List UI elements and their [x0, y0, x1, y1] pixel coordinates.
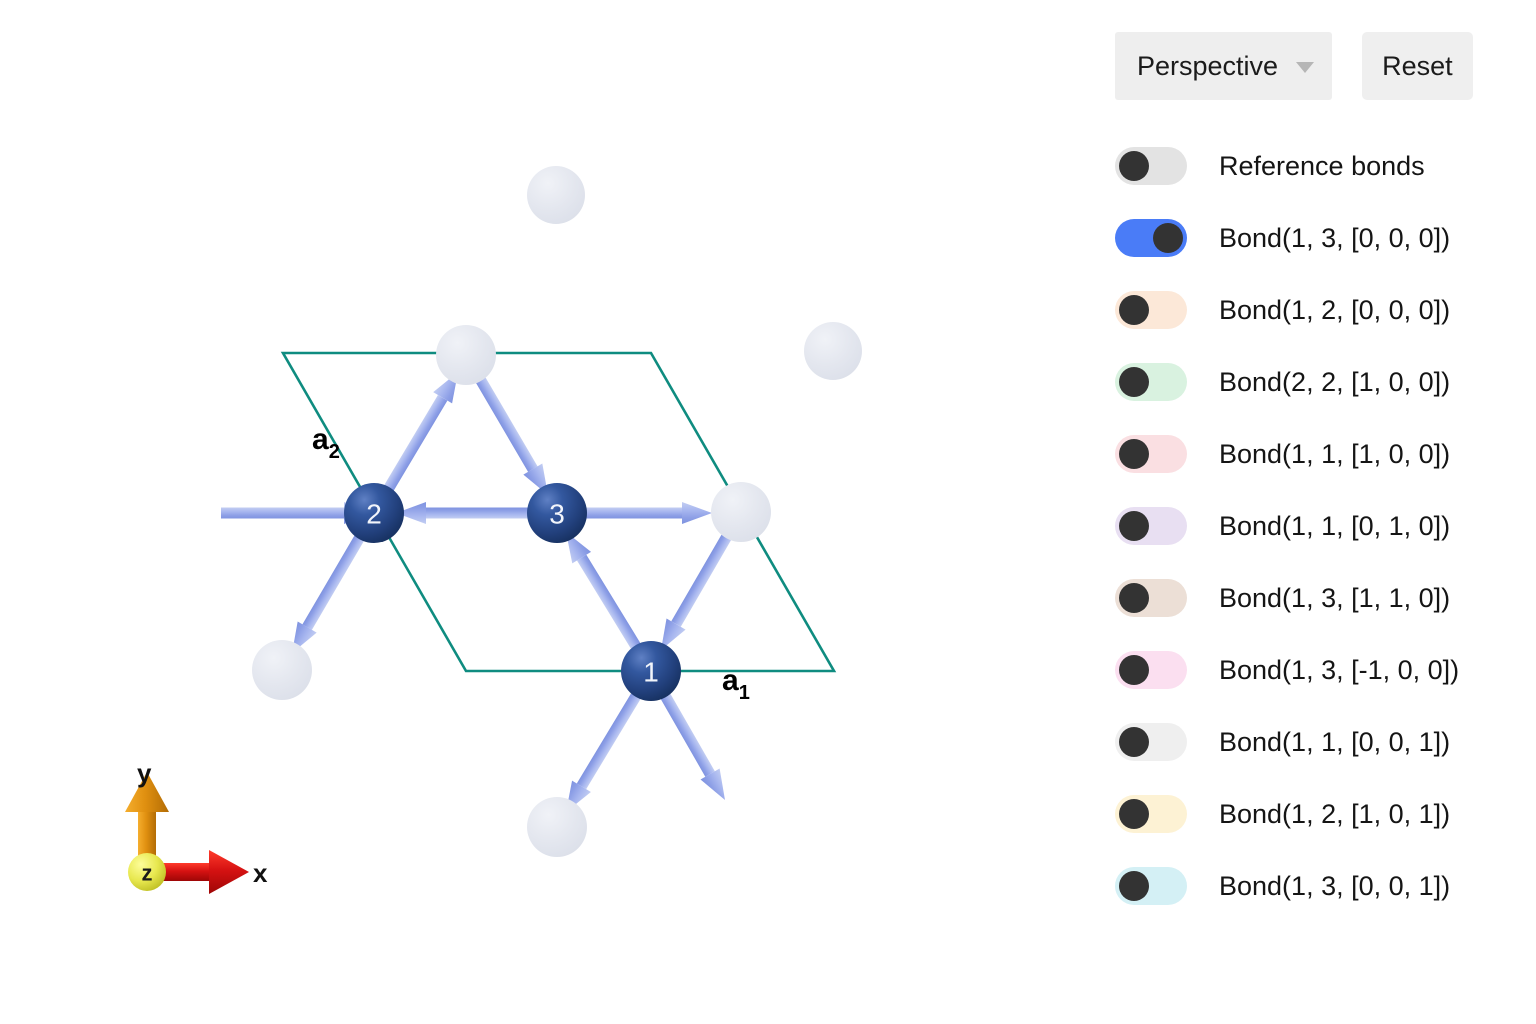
atom-2[interactable]: 2 — [344, 483, 404, 543]
y-axis-label: y — [137, 758, 152, 788]
bond-toggle-switch[interactable] — [1115, 363, 1187, 401]
bond-toggle-label: Bond(1, 3, [0, 0, 1]) — [1219, 870, 1451, 901]
bond-toggle-label: Bond(1, 2, [0, 0, 0]) — [1219, 294, 1451, 325]
toggle-knob — [1119, 727, 1149, 757]
bond-toggle-row[interactable]: Bond(1, 2, [1, 0, 1]) — [1115, 778, 1535, 850]
toggle-knob — [1119, 655, 1149, 685]
axis-orientation-gizmo: z y x — [125, 758, 268, 894]
bond-toggle-label: Bond(1, 1, [0, 0, 1]) — [1219, 726, 1451, 757]
reset-button-label: Reset — [1382, 50, 1453, 81]
toggle-knob — [1119, 583, 1149, 613]
bond-toggle-row[interactable]: Bond(1, 1, [1, 0, 0]) — [1115, 418, 1535, 490]
lattice-vector-a2-label: a2 — [312, 423, 340, 463]
bond-toggle-row[interactable]: Bond(1, 3, [-1, 0, 0]) — [1115, 634, 1535, 706]
bond-toggle-row[interactable]: Bond(1, 1, [0, 0, 1]) — [1115, 706, 1535, 778]
bond-toggle-row[interactable]: Bond(1, 3, [1, 1, 0]) — [1115, 562, 1535, 634]
toggle-knob — [1119, 439, 1149, 469]
atom-3[interactable]: 3 — [527, 483, 587, 543]
bond-toggle-switch[interactable] — [1115, 867, 1187, 905]
bond-toggle-label: Bond(1, 2, [1, 0, 1]) — [1219, 798, 1451, 829]
bond-toggle-label: Bond(1, 1, [1, 0, 0]) — [1219, 438, 1451, 469]
ghost-atom — [804, 322, 862, 380]
chevron-down-icon — [1296, 62, 1315, 73]
toggle-knob — [1119, 367, 1149, 397]
toggle-knob — [1119, 295, 1149, 325]
bond-toggle-label: Bond(1, 3, [-1, 0, 0]) — [1219, 654, 1460, 685]
bond-toggle-switch[interactable] — [1115, 291, 1187, 329]
bond-toggle-row[interactable]: Reference bonds — [1115, 130, 1535, 202]
molecule-viewport[interactable]: 123 a1 a2 z y x — [0, 0, 1090, 1024]
bond-toggle-row[interactable]: Bond(2, 2, [1, 0, 0]) — [1115, 346, 1535, 418]
toggle-knob — [1119, 799, 1149, 829]
bond-toggle-label: Bond(1, 3, [0, 0, 0]) — [1219, 222, 1451, 253]
ghost-atom — [527, 166, 585, 224]
ghost-atom — [436, 325, 496, 385]
bond-toggle-switch[interactable] — [1115, 435, 1187, 473]
bond-toggle-switch[interactable] — [1115, 219, 1187, 257]
reset-button[interactable]: Reset — [1362, 32, 1473, 100]
bond-toggle-label: Reference bonds — [1219, 150, 1425, 181]
projection-select-value: Perspective — [1137, 50, 1279, 81]
ghost-atom — [711, 482, 771, 542]
bond-toggle-switch[interactable] — [1115, 651, 1187, 689]
bond-toggle-label: Bond(1, 3, [1, 1, 0]) — [1219, 582, 1451, 613]
bond-toggle-switch[interactable] — [1115, 507, 1187, 545]
bond-arrow-layer — [221, 352, 746, 812]
bond-toggle-switch[interactable] — [1115, 147, 1187, 185]
ghost-atom — [527, 797, 587, 857]
panel-toolbar: Perspective Reset — [1115, 32, 1473, 100]
z-axis-label: z — [142, 861, 153, 886]
ghost-atom — [252, 640, 312, 700]
bond-toggle-row[interactable]: Bond(1, 1, [0, 1, 0]) — [1115, 490, 1535, 562]
projection-select[interactable]: Perspective — [1115, 32, 1333, 100]
bond-toggle-label: Bond(2, 2, [1, 0, 0]) — [1219, 366, 1451, 397]
bond-toggle-label: Bond(1, 1, [0, 1, 0]) — [1219, 510, 1451, 541]
atom-1[interactable]: 1 — [621, 641, 681, 701]
bond-toggle-row[interactable]: Bond(1, 2, [0, 0, 0]) — [1115, 274, 1535, 346]
crystal-scene[interactable]: 12 3 a1 a2 z y x — [0, 0, 1090, 1024]
bond-toggle-switch[interactable] — [1115, 723, 1187, 761]
x-axis-label: x — [253, 858, 268, 888]
toggle-knob — [1119, 871, 1149, 901]
bond-toggle-switch[interactable] — [1115, 579, 1187, 617]
bond-toggle-row[interactable]: Bond(1, 3, [0, 0, 0]) — [1115, 202, 1535, 274]
toggle-knob — [1153, 223, 1183, 253]
toggle-knob — [1119, 511, 1149, 541]
bond-toggle-row[interactable]: Bond(1, 3, [0, 0, 1]) — [1115, 850, 1535, 922]
bond-toggle-list: Reference bonds Bond(1, 3, [0, 0, 0]) Bond… — [1115, 130, 1535, 922]
bond-toggle-switch[interactable] — [1115, 795, 1187, 833]
control-panel: Perspective Reset Reference bonds Bond(1,… — [1090, 0, 1536, 1024]
toggle-knob — [1119, 151, 1149, 181]
